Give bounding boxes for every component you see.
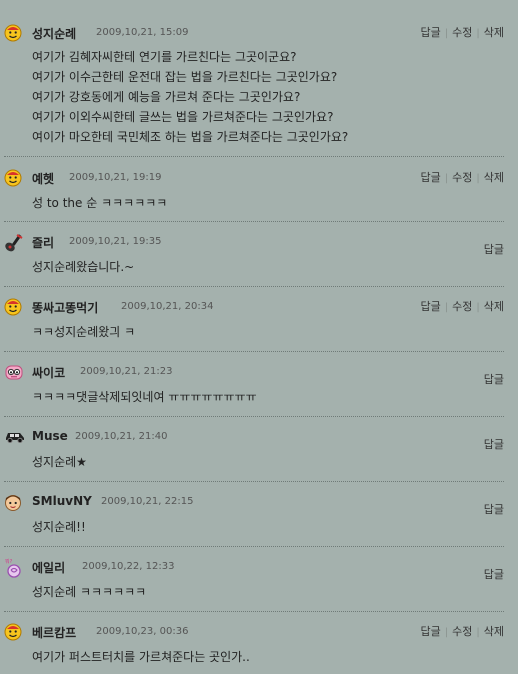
action-divider: | bbox=[476, 627, 480, 638]
comment-line: 여기가 강호동에게 예능을 가르쳐 준다는 그곳인가요? bbox=[32, 90, 301, 104]
smiley-face-icon bbox=[4, 623, 22, 641]
delete-button[interactable]: 삭제 bbox=[484, 171, 504, 184]
comment-line: 여기가 퍼스트터치를 가르쳐준다는 곳인가.. bbox=[32, 650, 250, 664]
boy-face-icon bbox=[4, 493, 22, 511]
action-divider: | bbox=[444, 627, 449, 638]
comment-actions: 답글 bbox=[484, 241, 504, 257]
comment-line: 성지순례★ bbox=[32, 455, 87, 469]
pink-creature-icon bbox=[4, 363, 23, 381]
comment-author[interactable]: Muse bbox=[32, 429, 68, 443]
reply-button[interactable]: 답글 bbox=[421, 171, 441, 184]
action-divider: | bbox=[444, 302, 449, 313]
comment-divider bbox=[4, 221, 504, 222]
purple-sticker-icon: 뭐? bbox=[4, 558, 22, 578]
comment-divider bbox=[4, 286, 504, 287]
comment-author[interactable]: 똥싸고똥먹기 bbox=[32, 299, 98, 316]
delete-button[interactable]: 삭제 bbox=[484, 300, 504, 313]
comment-author[interactable]: SMluvNY bbox=[32, 494, 92, 508]
comment-date: 2009,10,21, 20:34 bbox=[121, 301, 214, 312]
comment-author[interactable]: 성지순례 bbox=[32, 25, 76, 42]
comment-body: 여기가 김혜자씨한테 연기를 가르친다는 그곳이군요? 여기가 이수근한테 운전대… bbox=[32, 47, 348, 147]
comment-line: 여기가 이수근한테 운전대 잡는 법을 가르친다는 그곳인가요? bbox=[32, 70, 338, 84]
comment-line: ㅋㅋ성지순례왔긔 ㅋ bbox=[32, 325, 136, 339]
reply-button[interactable]: 답글 bbox=[421, 625, 441, 638]
reply-button[interactable]: 답글 bbox=[484, 503, 504, 516]
reply-button[interactable]: 답글 bbox=[421, 26, 441, 39]
comment-body: 성지순례왔습니다.~ bbox=[32, 257, 134, 277]
action-divider: | bbox=[444, 173, 449, 184]
delete-button[interactable]: 삭제 bbox=[484, 625, 504, 638]
comment-body: ㅋㅋㅋㅋ댓글삭제되잇네여 ㅠㅠㅠㅠㅠㅠㅠㅠ bbox=[32, 387, 257, 407]
comment-line: 성지순례!! bbox=[32, 520, 86, 534]
comment-actions: 답글 | 수정 | 삭제 bbox=[421, 24, 505, 40]
comment-body: 성지순례!! bbox=[32, 517, 86, 537]
comment-body: 성 to the 순 ㅋㅋㅋㅋㅋㅋ bbox=[32, 193, 167, 213]
comment-author[interactable]: 싸이코 bbox=[32, 364, 65, 381]
comment-date: 2009,10,21, 15:09 bbox=[96, 27, 189, 38]
guitar-icon bbox=[4, 233, 23, 252]
comment-date: 2009,10,23, 00:36 bbox=[96, 626, 189, 637]
comment-line: 여기가 이외수씨한테 글쓰는 법을 가르쳐준다는 그곳인가요? bbox=[32, 110, 334, 124]
edit-button[interactable]: 수정 bbox=[452, 171, 472, 184]
smiley-face-icon bbox=[4, 24, 22, 42]
comment-divider bbox=[4, 156, 504, 157]
comment-date: 2009,10,21, 21:23 bbox=[80, 366, 173, 377]
comment-line: 성지순례 ㅋㅋㅋㅋㅋㅋ bbox=[32, 585, 147, 599]
comment-actions: 답글 bbox=[484, 566, 504, 582]
comment-line: 성 to the 순 ㅋㅋㅋㅋㅋㅋ bbox=[32, 196, 168, 210]
comment-actions: 답글 bbox=[484, 501, 504, 517]
smiley-face-icon bbox=[4, 169, 22, 187]
comment-line: 여기가 김혜자씨한테 연기를 가르친다는 그곳이군요? bbox=[32, 50, 297, 64]
action-divider: | bbox=[476, 173, 480, 184]
reply-button[interactable]: 답글 bbox=[421, 300, 441, 313]
smiley-face-icon bbox=[4, 298, 22, 316]
comment-date: 2009,10,21, 21:40 bbox=[75, 431, 168, 442]
comment-date: 2009,10,21, 19:19 bbox=[69, 172, 162, 183]
comment-body: 여기가 퍼스트터치를 가르쳐준다는 곳인가.. bbox=[32, 647, 250, 667]
comment-date: 2009,10,22, 12:33 bbox=[82, 561, 175, 572]
action-divider: | bbox=[444, 28, 449, 39]
comment-actions: 답글 | 수정 | 삭제 bbox=[421, 623, 505, 639]
comment-divider bbox=[4, 481, 504, 482]
comment-divider bbox=[4, 546, 504, 547]
comment-body: ㅋㅋ성지순례왔긔 ㅋ bbox=[32, 322, 135, 342]
comment-line: 성지순례왔습니다.~ bbox=[32, 260, 135, 274]
comment-author[interactable]: 베르캄프 bbox=[32, 624, 76, 641]
reply-button[interactable]: 답글 bbox=[484, 243, 504, 256]
comment-actions: 답글 | 수정 | 삭제 bbox=[421, 169, 505, 185]
comment-author[interactable]: 예헷 bbox=[32, 170, 54, 187]
action-divider: | bbox=[476, 302, 480, 313]
comment-actions: 답글 bbox=[484, 436, 504, 452]
reply-button[interactable]: 답글 bbox=[484, 568, 504, 581]
comment-body: 성지순례 ㅋㅋㅋㅋㅋㅋ bbox=[32, 582, 146, 602]
comment-date: 2009,10,21, 19:35 bbox=[69, 236, 162, 247]
comment-author[interactable]: 즐리 bbox=[32, 234, 54, 251]
comment-line: 여이가 마오한테 국민체조 하는 법을 가르쳐준다는 그곳인가요? bbox=[32, 130, 349, 144]
comment-divider bbox=[4, 611, 504, 612]
comment-divider bbox=[4, 416, 504, 417]
edit-button[interactable]: 수정 bbox=[452, 26, 472, 39]
edit-button[interactable]: 수정 bbox=[452, 300, 472, 313]
comment-actions: 답글 | 수정 | 삭제 bbox=[421, 298, 505, 314]
delete-button[interactable]: 삭제 bbox=[484, 26, 504, 39]
comment-line: ㅋㅋㅋㅋ댓글삭제되잇네여 ㅠㅠㅠㅠㅠㅠㅠㅠ bbox=[32, 390, 257, 404]
comment-actions: 답글 bbox=[484, 371, 504, 387]
edit-button[interactable]: 수정 bbox=[452, 625, 472, 638]
comment-body: 성지순례★ bbox=[32, 452, 87, 472]
action-divider: | bbox=[476, 28, 480, 39]
comment-date: 2009,10,21, 22:15 bbox=[101, 496, 194, 507]
car-icon bbox=[4, 428, 24, 446]
svg-text:뭐?: 뭐? bbox=[5, 558, 13, 565]
reply-button[interactable]: 답글 bbox=[484, 438, 504, 451]
comment-divider bbox=[4, 351, 504, 352]
reply-button[interactable]: 답글 bbox=[484, 373, 504, 386]
comment-author[interactable]: 에일리 bbox=[32, 559, 65, 576]
